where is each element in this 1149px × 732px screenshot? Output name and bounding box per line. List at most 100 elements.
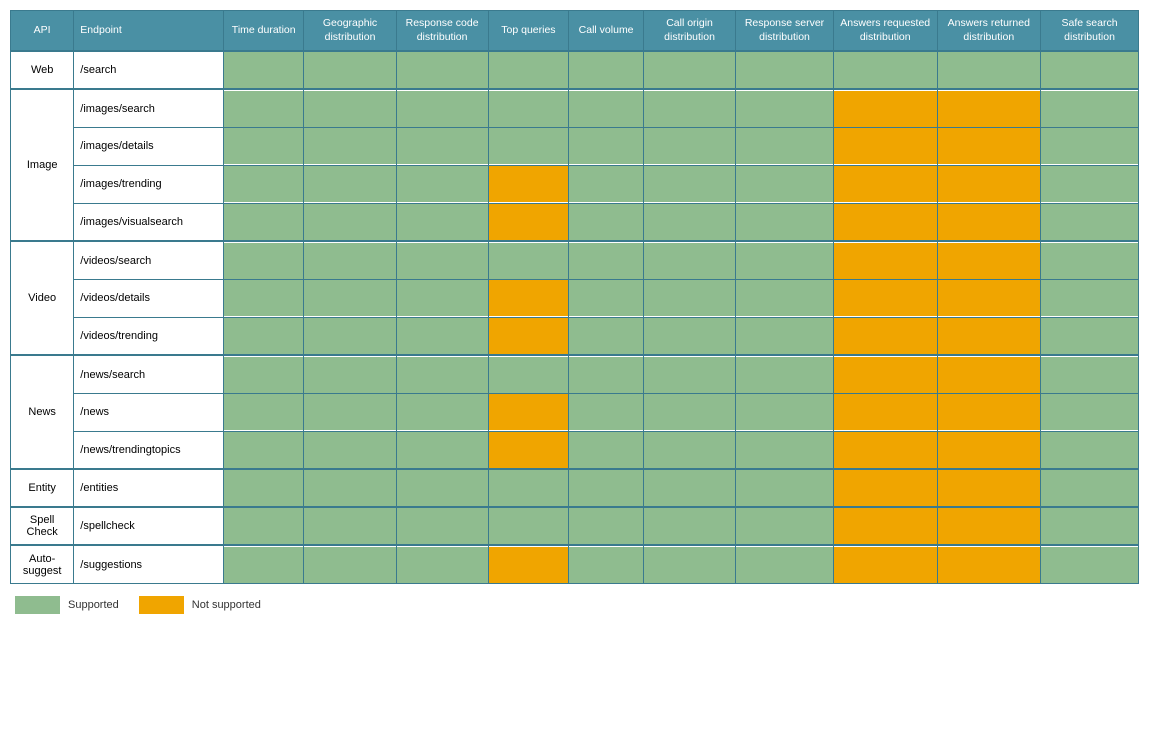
data-cell [569,355,644,393]
data-cell [304,241,396,279]
data-cell [488,51,569,89]
data-cell [644,165,736,203]
data-cell [1041,89,1139,127]
api-label: Entity [11,469,74,507]
data-cell [937,51,1041,89]
data-cell [488,431,569,469]
endpoint-label: /news/search [74,355,224,393]
table-row: Entity/entities [11,469,1139,507]
data-cell [304,507,396,545]
answers-requested-header: Answers requested distribution [833,11,937,52]
data-cell [396,165,488,203]
call-origin-header: Call origin distribution [644,11,736,52]
data-cell [569,431,644,469]
data-cell [304,469,396,507]
table-row: /videos/trending [11,317,1139,355]
data-cell [1041,545,1139,583]
data-cell [223,469,304,507]
table-row: /news [11,393,1139,431]
data-cell [304,355,396,393]
data-cell [569,317,644,355]
data-cell [304,393,396,431]
data-cell [304,203,396,241]
data-cell [644,355,736,393]
data-cell [304,127,396,165]
data-cell [488,507,569,545]
data-cell [736,469,834,507]
data-cell [488,355,569,393]
data-cell [1041,469,1139,507]
data-cell [304,51,396,89]
data-cell [223,127,304,165]
legend: Supported Not supported [10,596,1139,614]
endpoint-label: /videos/details [74,279,224,317]
data-cell [736,279,834,317]
data-cell [736,431,834,469]
data-cell [833,127,937,165]
data-cell [569,51,644,89]
call-volume-header: Call volume [569,11,644,52]
data-cell [644,203,736,241]
data-cell [1041,431,1139,469]
table-row: Spell Check/spellcheck [11,507,1139,545]
data-cell [488,393,569,431]
data-cell [223,317,304,355]
data-cell [644,241,736,279]
table-row: /images/details [11,127,1139,165]
data-cell [644,89,736,127]
data-cell [569,507,644,545]
data-cell [1041,241,1139,279]
data-cell [569,241,644,279]
api-label: Spell Check [11,507,74,545]
not-supported-color-box [139,596,184,614]
endpoint-label: /search [74,51,224,89]
data-cell [569,89,644,127]
data-cell [304,89,396,127]
header-row: API Endpoint Time duration Geographic di… [11,11,1139,52]
data-cell [396,89,488,127]
data-cell [736,545,834,583]
data-cell [937,317,1041,355]
data-cell [833,51,937,89]
data-cell [644,469,736,507]
data-cell [488,165,569,203]
data-cell [833,165,937,203]
api-label: News [11,355,74,469]
data-cell [396,355,488,393]
data-cell [833,279,937,317]
data-cell [1041,507,1139,545]
top-queries-header: Top queries [488,11,569,52]
data-cell [223,89,304,127]
supported-label: Supported [68,599,119,611]
api-label: Web [11,51,74,89]
api-label: Image [11,89,74,241]
data-cell [396,507,488,545]
data-cell [396,545,488,583]
data-cell [396,241,488,279]
table-row: /videos/details [11,279,1139,317]
endpoint-label: /images/search [74,89,224,127]
endpoint-label: /videos/search [74,241,224,279]
data-cell [736,203,834,241]
data-cell [736,241,834,279]
table-row: Web/search [11,51,1139,89]
endpoint-label: /images/trending [74,165,224,203]
data-cell [644,317,736,355]
data-cell [937,545,1041,583]
data-cell [736,165,834,203]
data-cell [937,203,1041,241]
data-cell [223,279,304,317]
data-cell [644,507,736,545]
data-cell [304,165,396,203]
data-cell [223,241,304,279]
endpoint-label: /images/visualsearch [74,203,224,241]
data-cell [569,127,644,165]
data-cell [937,165,1041,203]
data-cell [223,165,304,203]
endpoint-label: /news/trendingtopics [74,431,224,469]
data-cell [1041,203,1139,241]
data-cell [488,279,569,317]
table-row: /images/trending [11,165,1139,203]
data-cell [736,355,834,393]
data-cell [488,241,569,279]
